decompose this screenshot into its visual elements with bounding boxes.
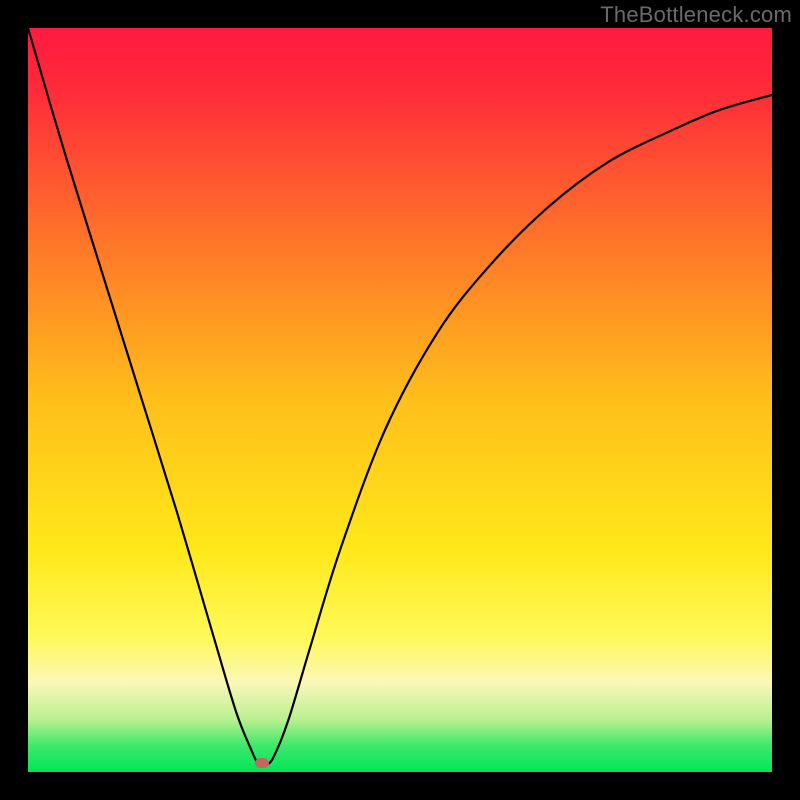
watermark-text: TheBottleneck.com (600, 2, 792, 28)
optimal-point-marker (255, 758, 269, 768)
plot-area (28, 28, 772, 772)
bottleneck-curve (28, 28, 772, 772)
chart-container: TheBottleneck.com (0, 0, 800, 800)
